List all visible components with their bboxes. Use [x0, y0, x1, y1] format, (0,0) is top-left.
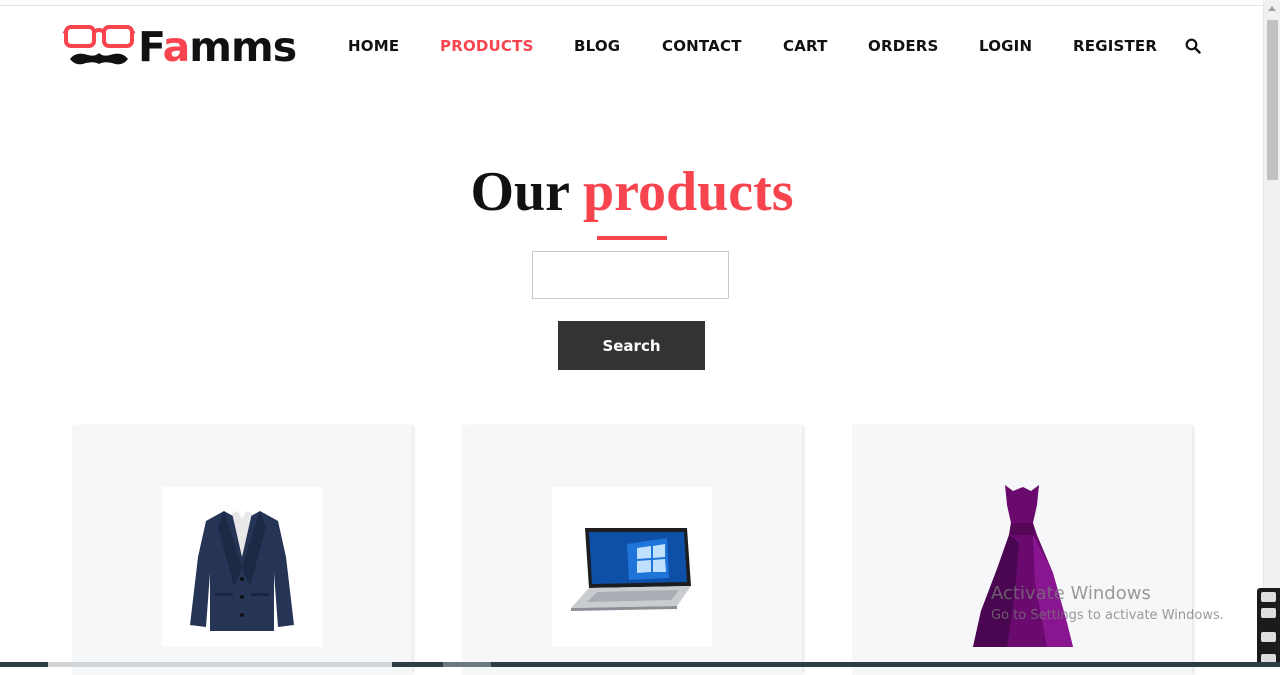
- product-card[interactable]: [462, 425, 802, 675]
- nav-home[interactable]: HOME: [348, 37, 399, 55]
- search-icon[interactable]: [1185, 38, 1201, 54]
- title-underline: [597, 236, 667, 240]
- nav-orders[interactable]: ORDERS: [868, 37, 939, 55]
- brand-logo[interactable]: Famms: [62, 22, 297, 72]
- nav-contact[interactable]: CONTACT: [662, 37, 742, 55]
- nav-login[interactable]: LOGIN: [979, 37, 1032, 55]
- video-icon[interactable]: [1261, 632, 1276, 642]
- system-tray-widget[interactable]: [1257, 588, 1280, 667]
- scroll-up-arrow-icon[interactable]: [1268, 6, 1276, 11]
- nav-cart[interactable]: CART: [783, 37, 828, 55]
- title-accent: products: [582, 161, 794, 223]
- product-card[interactable]: [852, 425, 1192, 675]
- taskbar: [0, 662, 1280, 667]
- scroll-thumb[interactable]: [1267, 20, 1278, 180]
- page-scrollbar[interactable]: [1263, 0, 1280, 667]
- product-image-dress[interactable]: [942, 485, 1102, 647]
- brand-name: Famms: [138, 22, 297, 71]
- laptop-image: [571, 528, 691, 611]
- nav-blog[interactable]: BLOG: [574, 37, 620, 55]
- taskbar-app[interactable]: [443, 662, 491, 667]
- search-button[interactable]: Search: [558, 321, 705, 370]
- tray-icon[interactable]: [1261, 592, 1276, 602]
- product-card[interactable]: [72, 425, 412, 675]
- search-input[interactable]: [532, 251, 729, 299]
- dress-image: [973, 485, 1073, 647]
- product-image-laptop[interactable]: [552, 487, 712, 647]
- taskbar-search-box[interactable]: [48, 662, 392, 667]
- jacket-image: [190, 511, 294, 631]
- nav-register[interactable]: REGISTER: [1073, 37, 1157, 55]
- nav-products[interactable]: PRODUCTS: [440, 37, 534, 55]
- page-title: Our products: [0, 160, 1264, 224]
- title-prefix: Our: [470, 161, 569, 223]
- camera-icon[interactable]: [1261, 608, 1276, 618]
- product-image-jacket[interactable]: [162, 487, 322, 647]
- browser-top-edge: [0, 0, 1264, 6]
- glasses-mustache-icon: [62, 25, 136, 65]
